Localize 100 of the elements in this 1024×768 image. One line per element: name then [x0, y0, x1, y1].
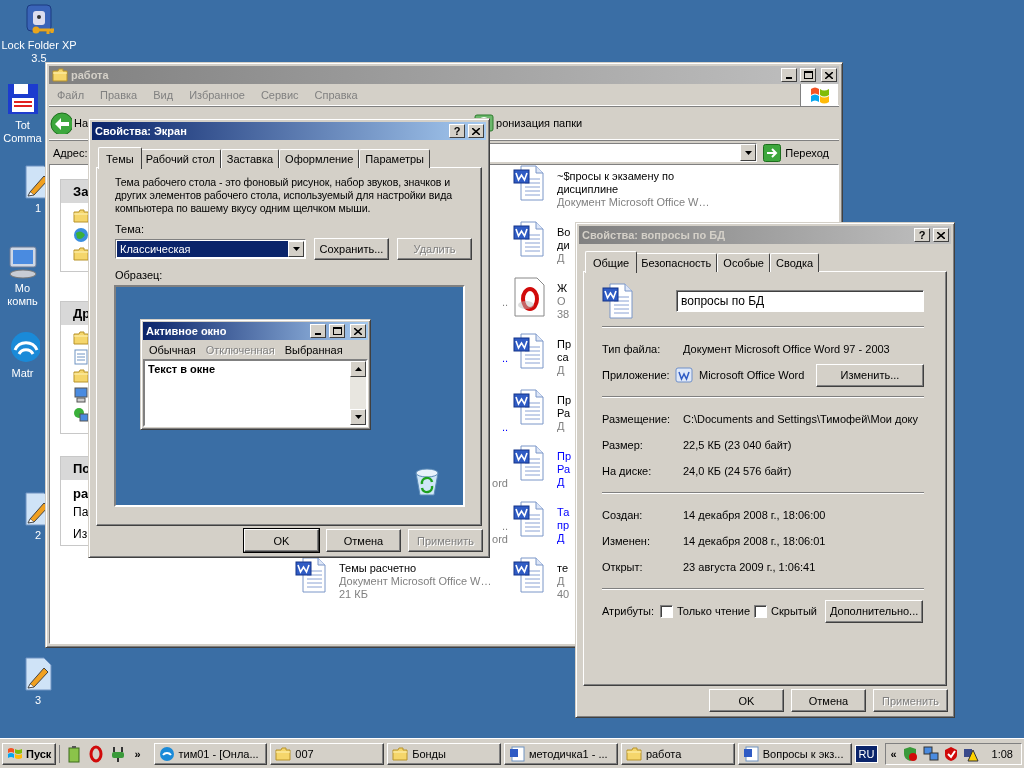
file-detail: 40	[557, 588, 570, 601]
checkbox[interactable]	[659, 604, 673, 618]
tab[interactable]: Оформление	[279, 149, 360, 168]
theme-dropdown[interactable]: Классическая	[115, 239, 306, 259]
go-button[interactable]: Переход	[761, 142, 835, 163]
quick-launch-button[interactable]	[110, 744, 127, 763]
taskbar-button[interactable]: методичка1 - ...	[504, 742, 618, 765]
file-item[interactable]: Та пр Д	[513, 501, 570, 545]
file-item[interactable]: Темы расчетно Документ Microsoft Office W… 21 КБ	[295, 557, 492, 601]
tab[interactable]: Параметры	[359, 149, 430, 168]
save-button[interactable]: Сохранить...	[314, 238, 389, 260]
document-icon	[513, 333, 545, 369]
document-icon	[513, 445, 545, 481]
maximize-button[interactable]	[800, 68, 816, 82]
document-icon	[295, 557, 327, 593]
icon-label: Мо компь	[7, 282, 38, 308]
cancel-button[interactable]: Отмена	[326, 529, 401, 552]
ok-button[interactable]: OK	[244, 529, 319, 552]
back-button[interactable]: На	[49, 108, 90, 138]
icon-label: 2	[34, 529, 42, 542]
icon-label: 1	[34, 202, 42, 215]
close-icon	[825, 71, 833, 79]
close-button[interactable]	[350, 324, 366, 338]
file-item[interactable]: Пр Ра Д	[513, 389, 572, 433]
folder-icon	[52, 68, 68, 82]
close-button[interactable]	[821, 68, 837, 82]
description-text: Тема рабочего стола - это фоновый рисунок, набор звуков, значков и других элементов рабочего стола, используемый для настройки вида компьютера по вашему вкусу одним щелчком мыши.	[115, 176, 453, 215]
field-label: Размещение:	[602, 413, 672, 425]
file-item[interactable]: Пр са Д	[513, 333, 572, 377]
network-icon	[922, 745, 939, 762]
taskbar-button[interactable]: Вопросы к экз...	[737, 742, 852, 765]
maximize-icon	[332, 327, 342, 335]
document-icon	[602, 283, 634, 319]
taskbar-button[interactable]: 007	[270, 742, 385, 765]
file-detail: Д	[557, 364, 565, 377]
document-icon	[509, 745, 526, 762]
folder-icon	[73, 209, 89, 223]
file-item[interactable]: те Д 40	[513, 557, 570, 601]
window-title: работа	[71, 69, 109, 81]
dropdown-button[interactable]	[288, 241, 304, 257]
address-label: Адрес:	[53, 146, 88, 159]
antivirus-icon	[943, 745, 958, 762]
file-detail: Д	[557, 532, 565, 545]
file-name-fragment: ..	[501, 352, 508, 365]
window-title: Активное окно	[146, 325, 227, 337]
taskbar-button[interactable]: Бонды	[387, 742, 502, 765]
minimize-button[interactable]	[310, 324, 326, 338]
checkbox-label: Только чтение	[676, 605, 751, 617]
recycle-bin-icon	[413, 467, 441, 497]
tab[interactable]: Особые	[717, 253, 770, 272]
menu-item[interactable]: Обычная	[146, 343, 199, 356]
maximize-button[interactable]	[329, 324, 345, 338]
file-item[interactable]: Ж О 38	[513, 277, 570, 321]
tab[interactable]: Безопасность	[635, 253, 718, 272]
taskbar-button[interactable]: работа	[620, 742, 735, 765]
language-indicator[interactable]: RU	[854, 744, 879, 763]
tab[interactable]: Общие	[585, 251, 638, 273]
ok-button[interactable]: OK	[709, 689, 784, 712]
app-icon	[158, 745, 175, 762]
field-label: Изменен:	[602, 535, 651, 547]
dropdown-button[interactable]	[740, 144, 757, 161]
field-value: 14 декабря 2008 г., 18:06:00	[683, 509, 826, 521]
help-button[interactable]: ?	[449, 124, 465, 138]
document-icon	[73, 349, 89, 365]
start-button[interactable]: Пуск	[2, 742, 57, 765]
menu-item[interactable]: Выбранная	[281, 343, 346, 356]
sample-text: Текст в окне	[148, 363, 215, 375]
file-item[interactable]: ~$просы к экзамену по дисциплине Документ Microsoft Office W…	[513, 165, 710, 209]
expand-tray-button[interactable]: «	[890, 747, 897, 760]
quick-launch-button[interactable]	[88, 744, 105, 763]
dropdown-arrow-icon	[292, 247, 300, 251]
field-label: Образец:	[115, 269, 164, 281]
close-button[interactable]	[933, 228, 949, 242]
advanced-button[interactable]: Дополнительно...	[824, 599, 923, 623]
file-name: Пр	[557, 338, 572, 351]
tab[interactable]: Заставка	[220, 149, 280, 168]
tab[interactable]: Рабочий стол	[139, 149, 221, 168]
clock: 1:08	[991, 747, 1013, 760]
taskbar-button[interactable]: тим01 - [Онла...	[153, 742, 268, 765]
field-value: 14 декабря 2008 г., 18:06:01	[683, 535, 826, 547]
file-detail: Д	[557, 420, 565, 433]
checkbox[interactable]	[754, 604, 768, 618]
folder-icon	[625, 746, 642, 761]
help-button[interactable]: ?	[914, 228, 930, 242]
minimize-button[interactable]	[781, 68, 797, 82]
cancel-button[interactable]: Отмена	[791, 689, 866, 712]
quick-launch-button[interactable]	[66, 744, 83, 763]
file-name: Ра	[557, 463, 571, 476]
more-button[interactable]: »	[132, 747, 143, 760]
tab[interactable]: Темы	[98, 147, 142, 169]
back-arrow-icon	[50, 112, 72, 134]
file-item[interactable]: Во ди Д	[513, 221, 571, 265]
window-title: Свойства: вопросы по БД	[582, 229, 725, 241]
close-icon	[472, 127, 480, 135]
tab[interactable]: Сводка	[769, 253, 820, 272]
close-button[interactable]	[468, 124, 484, 138]
document-icon	[742, 745, 759, 762]
change-button[interactable]: Изменить...	[816, 363, 924, 387]
file-item[interactable]: Пр Ра Д	[513, 445, 572, 489]
name-field[interactable]: вопросы по БД	[676, 290, 924, 312]
